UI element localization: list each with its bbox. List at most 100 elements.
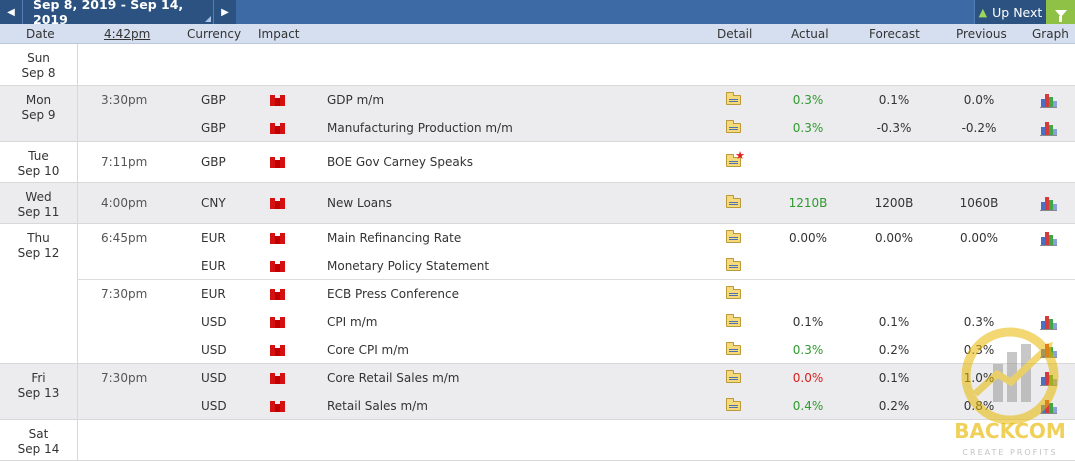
date-range-selector[interactable]: Sep 8, 2019 - Sep 14, 2019 [22,0,214,27]
high-impact-icon[interactable] [270,289,286,300]
day-cell: Mon Sep 9 [0,86,78,142]
event-name[interactable]: CPI m/m [327,315,377,329]
high-impact-icon[interactable] [270,373,286,384]
column-header-forecast: Forecast [869,27,920,41]
impact-bar [280,198,285,209]
day-weekday: Wed [25,190,52,204]
event-row[interactable]: 4:00pm CNY New Loans 1210B 1200B 1060B [78,189,1075,217]
event-detail-button[interactable]: ★ [726,150,745,168]
graph-icon[interactable] [1040,196,1057,211]
event-time: 7:30pm [101,287,148,301]
event-row[interactable]: 6:45pm EUR Main Refinancing Rate 0.00% 0.00%… [78,224,1075,252]
chevron-right-icon: ▶ [221,6,229,18]
event-name[interactable]: Core CPI m/m [327,343,409,357]
day-weekday: Fri [31,371,46,385]
up-next-button[interactable]: ▲ Up Next [974,0,1046,24]
event-previous: -0.2% [961,121,997,135]
event-currency: CNY [201,196,226,210]
event-row[interactable]: 7:30pm USD Core Retail Sales m/m 0.0% 0.1% 1.… [78,364,1075,392]
previous-week-button[interactable]: ◀ [0,0,22,24]
event-name[interactable]: Main Refinancing Rate [327,231,461,245]
event-detail-button[interactable] [726,195,742,209]
event-detail-button[interactable] [726,230,742,244]
day-cell: Thu Sep 12 [0,224,78,364]
graph-icon[interactable] [1040,93,1057,108]
event-row[interactable]: USD Retail Sales m/m 0.4% 0.2% 0.8% [78,392,1075,420]
event-forecast: 1200B [874,196,914,210]
event-detail-button[interactable] [726,398,742,412]
event-forecast: 0.00% [874,231,914,245]
event-detail-button[interactable] [726,314,742,328]
event-name[interactable]: New Loans [327,196,392,210]
event-row[interactable]: EUR Monetary Policy Statement [78,252,1075,280]
impact-bar [280,373,285,384]
event-detail-button[interactable] [726,120,742,134]
current-time-link[interactable]: 4:42pm [104,27,150,41]
high-impact-icon[interactable] [270,401,286,412]
day-group: Thu Sep 12 6:45pm EUR Main Refinancing Rate 0… [0,224,1075,364]
day-group: Sun Sep 8 [0,44,1075,86]
impact-bar [280,123,285,134]
event-name[interactable]: Core Retail Sales m/m [327,371,460,385]
folder-icon [726,195,741,208]
event-forecast: 0.2% [878,399,910,413]
chevron-left-icon: ◀ [7,6,15,18]
event-detail-button[interactable] [726,92,742,106]
high-impact-icon[interactable] [270,233,286,244]
day-date: Sep 8 [21,66,56,80]
day-date: Sep 11 [17,205,60,219]
graph-baseline [1040,245,1057,246]
event-currency: EUR [201,287,226,301]
day-cell: Sat Sep 14 [0,420,78,461]
event-detail-button[interactable] [726,258,742,272]
event-actual: 0.3% [792,343,824,357]
star-icon: ★ [735,149,745,162]
event-previous: 0.0% [963,93,995,107]
event-time: 7:30pm [101,371,148,385]
event-currency: GBP [201,155,226,169]
event-detail-button[interactable] [726,342,742,356]
high-impact-icon[interactable] [270,198,286,209]
event-currency: GBP [201,93,226,107]
filter-button[interactable] [1046,0,1075,24]
column-header-previous: Previous [956,27,1007,41]
event-detail-button[interactable] [726,286,742,300]
graph-icon[interactable] [1040,231,1057,246]
event-name[interactable]: ECB Press Conference [327,287,459,301]
day-date: Sep 10 [17,164,60,178]
event-time: 6:45pm [101,231,148,245]
event-row[interactable]: USD CPI m/m 0.1% 0.1% 0.3% [78,308,1075,336]
high-impact-icon[interactable] [270,157,286,168]
column-header-date: Date [26,27,55,41]
event-row[interactable]: USD Core CPI m/m 0.3% 0.2% 0.3% [78,336,1075,364]
event-name[interactable]: Manufacturing Production m/m [327,121,513,135]
day-cell: Wed Sep 11 [0,183,78,224]
high-impact-icon[interactable] [270,317,286,328]
backcom-watermark-logo: BACKCOM CREATE PROFITS [954,327,1066,457]
event-detail-button[interactable] [726,370,742,384]
day-date: Sep 13 [17,386,60,400]
high-impact-icon[interactable] [270,123,286,134]
week-navigation-bar: ◀ Sep 8, 2019 - Sep 14, 2019 ▶ ▲ Up Next [0,0,1075,27]
event-currency: USD [201,315,227,329]
event-row[interactable]: GBP Manufacturing Production m/m 0.3% -0.3%… [78,114,1075,142]
event-row[interactable]: 7:30pm EUR ECB Press Conference [78,280,1075,308]
event-row[interactable]: 7:11pm GBP BOE Gov Carney Speaks ★ [78,148,1075,176]
day-date: Sep 12 [17,246,60,260]
high-impact-icon[interactable] [270,261,286,272]
column-header-impact: Impact [258,27,300,41]
high-impact-icon[interactable] [270,95,286,106]
event-name[interactable]: GDP m/m [327,93,384,107]
folder-icon [726,342,741,355]
high-impact-icon[interactable] [270,345,286,356]
event-name[interactable]: Monetary Policy Statement [327,259,489,273]
event-name[interactable]: Retail Sales m/m [327,399,428,413]
folder-icon [726,92,741,105]
day-weekday: Tue [28,149,49,163]
graph-icon[interactable] [1040,121,1057,136]
impact-bar [280,261,285,272]
next-week-button[interactable]: ▶ [214,0,236,24]
event-name[interactable]: BOE Gov Carney Speaks [327,155,473,169]
event-row[interactable]: 3:30pm GBP GDP m/m 0.3% 0.1% 0.0% [78,86,1075,114]
event-time: 4:00pm [101,196,148,210]
